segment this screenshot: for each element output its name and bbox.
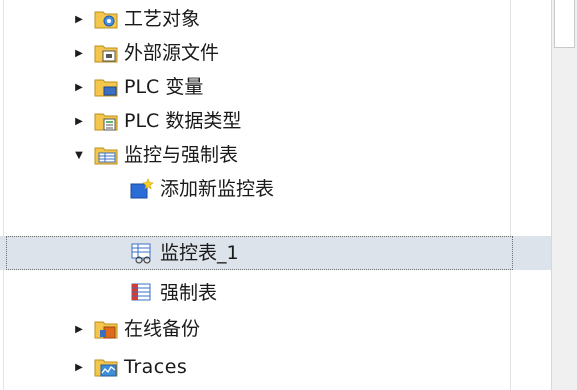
watch-force-tables-folder-icon [94, 144, 118, 166]
vertical-scrollbar[interactable] [551, 0, 577, 390]
tree-item-add-new-watch-table[interactable]: 添加新监控表 [0, 172, 551, 206]
expand-arrow-icon[interactable]: ▶ [72, 350, 86, 384]
collapse-arrow-icon[interactable]: ▼ [72, 138, 86, 172]
project-tree: ▶ 工艺对象 ▶ 外部源文件 ▶ PLC 变量 ▶ PLC 数据类型 ▼ 监控与… [0, 0, 551, 390]
technology-objects-folder-icon [94, 8, 118, 30]
tree-item-label: PLC 数据类型 [124, 110, 242, 132]
external-source-folder-icon [94, 42, 118, 64]
online-backups-folder-icon [94, 318, 118, 340]
tree-item-label: 强制表 [160, 282, 218, 304]
tree-item-label: Traces [124, 356, 188, 378]
tree-item-label: 在线备份 [124, 318, 201, 340]
plc-data-types-folder-icon [94, 110, 118, 132]
tree-item-label: PLC 变量 [124, 76, 204, 98]
expand-arrow-icon[interactable]: ▶ [72, 312, 86, 346]
tree-item-label: 监控与强制表 [124, 144, 239, 166]
expand-arrow-icon[interactable]: ▶ [72, 2, 86, 36]
tree-item-plc-data-types[interactable]: ▶ PLC 数据类型 [0, 104, 551, 138]
plc-tags-folder-icon [94, 76, 118, 98]
tree-item-external-source-files[interactable]: ▶ 外部源文件 [0, 36, 551, 70]
expand-arrow-icon[interactable]: ▶ [72, 70, 86, 104]
tree-item-label: 外部源文件 [124, 42, 220, 64]
tree-item-online-backups[interactable]: ▶ 在线备份 [0, 312, 551, 346]
tree-item-force-table[interactable]: 强制表 [0, 276, 551, 310]
scrollbar-thumb[interactable] [554, 0, 575, 48]
add-new-watch-table-icon [130, 178, 154, 200]
watch-table-icon [130, 242, 154, 264]
tree-item-technology-objects[interactable]: ▶ 工艺对象 [0, 2, 551, 36]
force-table-icon [130, 282, 154, 304]
tree-item-label: 监控表_1 [160, 242, 239, 264]
expand-arrow-icon[interactable]: ▶ [72, 36, 86, 70]
tree-item-plc-tags[interactable]: ▶ PLC 变量 [0, 70, 551, 104]
tree-item-watch-table-1[interactable]: 监控表_1 [0, 236, 551, 270]
expand-arrow-icon[interactable]: ▶ [72, 104, 86, 138]
tree-item-traces[interactable]: ▶ Traces [0, 350, 551, 384]
tree-item-label: 添加新监控表 [160, 178, 275, 200]
traces-folder-icon [94, 356, 118, 378]
tree-item-watch-force-tables[interactable]: ▼ 监控与强制表 [0, 138, 551, 172]
tree-item-label: 工艺对象 [124, 8, 201, 30]
